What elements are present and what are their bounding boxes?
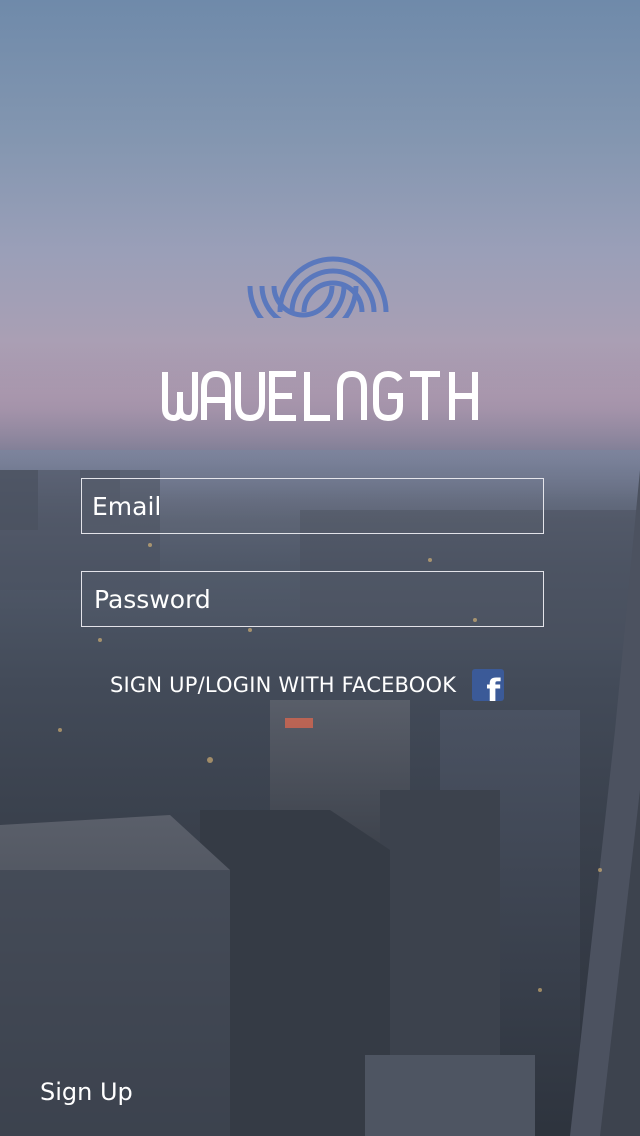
sign-up-button[interactable]: Sign Up — [40, 1078, 133, 1106]
email-field-container — [81, 478, 544, 534]
password-field-container — [81, 571, 544, 627]
wordmark-logo — [162, 370, 478, 422]
wave-logo-icon — [247, 256, 389, 318]
email-input[interactable] — [82, 479, 543, 533]
facebook-login-label[interactable]: SIGN UP/LOGIN WITH FACEBOOK — [110, 673, 456, 697]
app-logo — [0, 228, 640, 428]
facebook-icon[interactable]: f — [472, 669, 505, 701]
login-screen: SIGN UP/LOGIN WITH FACEBOOK f Sign Up — [0, 0, 640, 1136]
cityscape-background-image — [0, 470, 640, 1136]
password-input[interactable] — [82, 572, 543, 626]
facebook-login-button[interactable]: SIGN UP/LOGIN WITH FACEBOOK f — [110, 668, 505, 702]
facebook-glyph: f — [486, 672, 501, 701]
